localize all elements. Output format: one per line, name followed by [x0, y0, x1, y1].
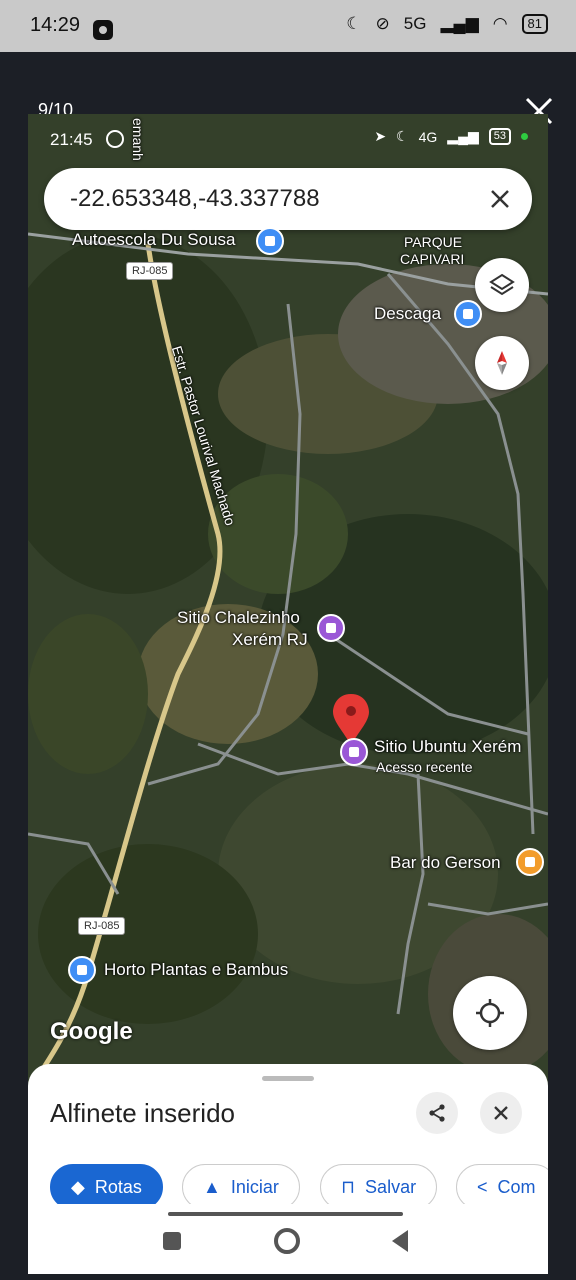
notification-app-icon — [93, 20, 113, 40]
location-arrow-icon: ➤ — [374, 128, 387, 144]
outer-status-bar: 14:29 ☾ ⊘ 5G ▂▄▆ ◠ 81 — [0, 0, 576, 52]
poi-pin-icon[interactable] — [68, 956, 96, 984]
system-nav-bar — [28, 1204, 548, 1274]
poi-label-horto[interactable]: Horto Plantas e Bambus — [104, 960, 288, 980]
signal-icon: ▂▄▆ — [447, 128, 479, 144]
search-input[interactable]: -22.653348,-43.337788 — [70, 185, 320, 213]
vibrate-off-icon: ⊘ — [375, 14, 390, 33]
whatsapp-icon — [106, 130, 124, 148]
directions-label: Rotas — [94, 1176, 142, 1197]
road-label-top: emanh — [130, 118, 146, 161]
back-button[interactable] — [392, 1230, 408, 1252]
poi-pin-icon[interactable] — [317, 614, 345, 642]
inner-status-icons: ➤ ☾ 4G ▂▄▆ 53 — [374, 128, 528, 145]
poi-pin-icon[interactable] — [256, 227, 284, 255]
battery-icon: 81 — [521, 14, 548, 34]
clear-search-icon[interactable] — [488, 187, 512, 211]
inner-status-time: 21:45 — [50, 130, 93, 149]
wifi-icon: ◠ — [492, 14, 508, 33]
search-bar[interactable]: -22.653348,-43.337788 — [44, 168, 532, 230]
crosshair-icon — [476, 999, 504, 1027]
privacy-dot-icon — [521, 133, 528, 140]
moon-icon: ☾ — [396, 128, 409, 144]
poi-label-autoescola[interactable]: Autoescola Du Sousa — [72, 230, 236, 250]
poi-pin-icon[interactable] — [340, 738, 368, 766]
status-time: 14:29 — [30, 14, 81, 36]
road-shield-top: RJ-085 — [126, 262, 174, 280]
poi-label-descaga[interactable]: Descaga — [374, 304, 441, 324]
place-title: Alfinete inserido — [50, 1098, 235, 1128]
status-icons: ☾ ⊘ 5G ▂▄▆ ◠ 81 — [346, 14, 548, 34]
layers-icon — [489, 273, 515, 296]
network-type-label: 5G — [403, 14, 427, 33]
start-label: Iniciar — [230, 1176, 279, 1197]
close-sheet-button[interactable] — [480, 1092, 522, 1134]
network-type-label: 4G — [418, 128, 438, 145]
layers-button[interactable] — [475, 258, 529, 312]
bookmark-icon: ⊓ — [341, 1176, 356, 1197]
poi-label-ubuntu[interactable]: Sitio Ubuntu Xerém — [374, 737, 521, 757]
poi-label-bar-gerson[interactable]: Bar do Gerson — [390, 853, 501, 873]
share-chip-label: Com — [497, 1176, 536, 1197]
compass-button[interactable] — [475, 336, 529, 390]
share-button[interactable] — [416, 1092, 458, 1134]
area-label-capivari: CAPIVARI — [400, 251, 465, 267]
road-shield-bottom: RJ-085 — [78, 917, 126, 935]
signal-icon: ▂▄▆ — [440, 14, 479, 33]
navigation-arrow-icon: ▲ — [203, 1176, 221, 1197]
inner-status-bar: 21:45 ➤ ☾ 4G ▂▄▆ 53 — [28, 114, 548, 158]
share-icon — [429, 1104, 445, 1122]
my-location-button[interactable] — [453, 976, 527, 1050]
sheet-drag-handle[interactable] — [262, 1076, 314, 1081]
home-button[interactable] — [274, 1228, 300, 1254]
gesture-bar — [168, 1212, 403, 1216]
area-label-parque: PARQUE — [404, 234, 463, 250]
google-logo: Google — [50, 1018, 133, 1045]
save-label: Salvar — [365, 1176, 417, 1197]
poi-label-chalezinho-1[interactable]: Sitio Chalezinho — [177, 608, 300, 628]
poi-pin-icon[interactable] — [454, 300, 482, 328]
close-icon — [494, 1106, 508, 1120]
directions-icon: ◆ — [71, 1176, 85, 1197]
moon-icon: ☾ — [346, 14, 362, 33]
poi-sublabel-recent: Acesso recente — [376, 759, 473, 775]
share-icon: < — [477, 1176, 488, 1197]
battery-icon: 53 — [488, 128, 511, 145]
compass-icon — [497, 351, 507, 375]
poi-pin-icon[interactable] — [516, 848, 544, 876]
poi-label-chalezinho-2[interactable]: Xerém RJ — [232, 630, 308, 650]
recents-button[interactable] — [163, 1232, 181, 1250]
screenshot-image: 21:45 ➤ ☾ 4G ▂▄▆ 53 -22.653348,-43.33778… — [28, 114, 548, 1274]
